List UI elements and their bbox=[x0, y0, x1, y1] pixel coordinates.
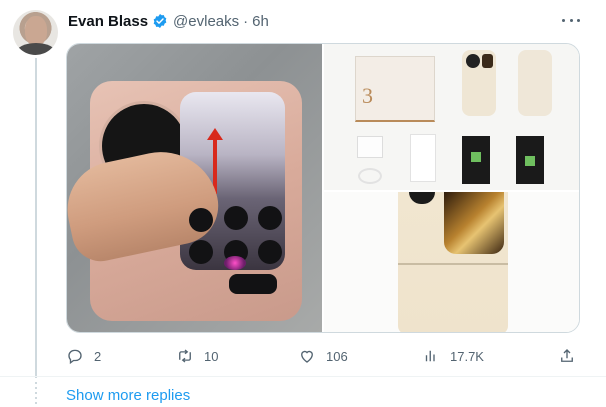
share-icon bbox=[561, 349, 573, 362]
like-count: 106 bbox=[326, 348, 348, 364]
quick-toggle bbox=[189, 240, 213, 264]
tweet-action-bar: 2 10 106 17.7K bbox=[66, 346, 580, 366]
cable bbox=[358, 168, 382, 184]
phone-cover-display bbox=[444, 192, 504, 254]
header-separator: · bbox=[243, 12, 249, 30]
box-numeral: 3 bbox=[362, 83, 373, 108]
author-name[interactable]: Evan Blass bbox=[68, 13, 148, 30]
quick-toggle bbox=[189, 208, 213, 232]
thread-connector-line bbox=[35, 58, 37, 378]
verified-badge-icon bbox=[153, 14, 167, 28]
retweet-icon bbox=[179, 349, 191, 363]
avatar[interactable] bbox=[13, 10, 58, 55]
tweet-header: Evan Blass @evleaks · 6h bbox=[68, 11, 269, 31]
reply-icon bbox=[68, 349, 82, 365]
like-button[interactable]: 106 bbox=[298, 346, 348, 366]
charger bbox=[357, 136, 383, 158]
media-photo-phone-in-hand[interactable] bbox=[67, 44, 322, 332]
more-horizontal-icon[interactable] bbox=[562, 12, 580, 28]
quick-toggle bbox=[258, 206, 282, 230]
tweet-timestamp[interactable]: 6h bbox=[252, 13, 269, 30]
manual-card bbox=[410, 134, 436, 182]
phone-back bbox=[398, 192, 508, 332]
reply-button[interactable]: 2 bbox=[66, 346, 101, 366]
quick-toggle bbox=[229, 274, 277, 294]
reply-count: 2 bbox=[94, 348, 102, 364]
dark-card bbox=[462, 136, 490, 184]
author-handle[interactable]: @evleaks bbox=[173, 13, 239, 30]
tweet-media-grid[interactable]: 3 bbox=[66, 43, 580, 333]
retail-box: 3 bbox=[355, 56, 435, 122]
views-button[interactable]: 17.7K bbox=[422, 346, 484, 366]
tweet-divider bbox=[0, 376, 606, 377]
phone-hinge bbox=[398, 263, 508, 265]
phone-case bbox=[518, 50, 552, 116]
view-count: 17.7K bbox=[450, 348, 484, 364]
retweet-count: 10 bbox=[204, 348, 219, 364]
thread-dots bbox=[35, 382, 37, 406]
bar-chart-icon bbox=[425, 350, 435, 362]
share-button[interactable] bbox=[558, 346, 576, 366]
media-photo-retail-box-contents[interactable]: 3 bbox=[324, 44, 579, 190]
quick-toggle bbox=[224, 206, 248, 230]
dark-card bbox=[516, 136, 544, 184]
quick-toggle bbox=[258, 240, 282, 264]
show-more-replies-link[interactable]: Show more replies bbox=[66, 387, 190, 404]
retweet-button[interactable]: 10 bbox=[176, 346, 218, 366]
heart-icon bbox=[301, 350, 313, 363]
phone-folded bbox=[462, 50, 496, 116]
media-photo-phone-back[interactable] bbox=[324, 192, 579, 332]
quick-toggle-active bbox=[224, 256, 246, 270]
